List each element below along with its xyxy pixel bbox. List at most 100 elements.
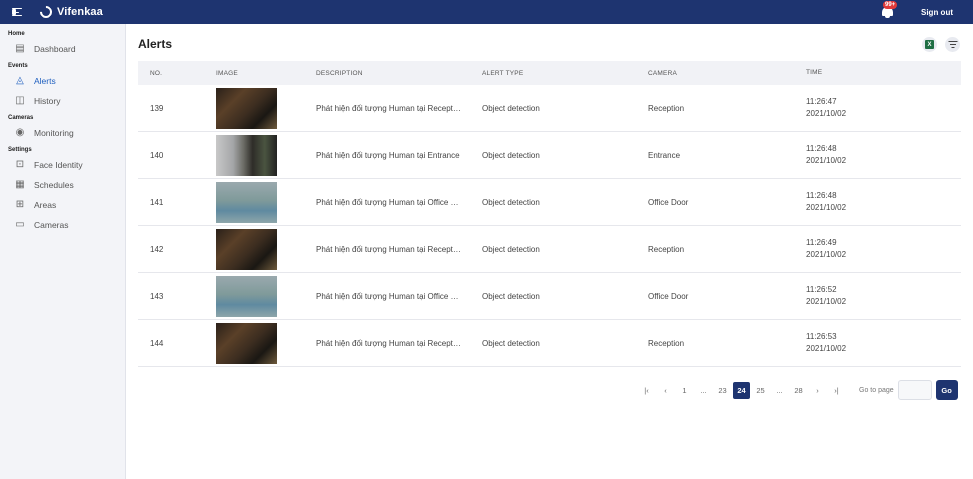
bell-icon: ◬ (16, 75, 24, 86)
alert-thumbnail[interactable] (216, 134, 277, 176)
excel-icon: X (925, 40, 934, 49)
sidebar-item-label: Monitoring (34, 128, 74, 138)
dashboard-icon: ▤ (15, 43, 25, 54)
sidebar-item-label: Face Identity (34, 160, 83, 170)
cell-description: Phát hiện đối tượng Human tại Office Doo… (316, 197, 462, 207)
sidebar-item-face-identity[interactable]: ⊡ Face Identity (0, 155, 125, 175)
cell-description: Phát hiện đối tượng Human tại Reception (316, 103, 462, 113)
sidebar-item-label: Cameras (34, 220, 69, 230)
column-header-description[interactable]: DESCRIPTION (304, 70, 470, 77)
alert-thumbnail[interactable] (216, 275, 277, 317)
main-content: Alerts X NO. IMAGE DESCRIPTION ALERT TYP… (126, 24, 973, 479)
cell-camera: Reception (648, 244, 685, 254)
cell-description: Phát hiện đối tượng Human tại Reception (316, 244, 462, 254)
sidebar-item-alerts[interactable]: ◬ Alerts (0, 71, 125, 91)
column-header-camera[interactable]: CAMERA (636, 70, 794, 77)
cell-camera: Reception (648, 103, 685, 113)
sidebar-section-home: Home (8, 31, 25, 37)
last-page-icon[interactable]: ›| (828, 382, 845, 399)
table-row[interactable]: 139 Phát hiện đối tượng Human tại Recept… (138, 85, 961, 132)
pagination: |‹ ‹ 1 ... 23 24 25 ... 28 › ›| Go to pa… (638, 380, 958, 400)
alert-thumbnail[interactable] (216, 228, 277, 270)
prev-page-icon[interactable]: ‹ (657, 382, 674, 399)
cell-camera: Office Door (648, 291, 689, 301)
notification-bell-icon[interactable]: 99+ (881, 1, 898, 19)
cell-date: 2021/10/02 (806, 156, 847, 165)
top-bar: Vifenkaa 99+ Sign out (0, 0, 973, 24)
cell-date: 2021/10/02 (806, 344, 847, 353)
cell-no: 141 (150, 197, 164, 207)
page-button[interactable]: 1 (676, 382, 693, 399)
sidebar-item-label: Alerts (34, 76, 56, 86)
alert-thumbnail[interactable] (216, 87, 277, 129)
menu-toggle-icon[interactable] (12, 7, 26, 17)
sidebar-item-monitoring[interactable]: ◉ Monitoring (0, 123, 125, 143)
sidebar-item-areas[interactable]: ⊞ Areas (0, 195, 125, 215)
cell-time: 11:26:48 (806, 144, 837, 153)
cell-description: Phát hiện đối tượng Human tại Entrance (316, 150, 460, 160)
sidebar-item-label: Areas (34, 200, 57, 210)
table-row[interactable]: 143 Phát hiện đối tượng Human tại Office… (138, 273, 961, 320)
page-button[interactable]: 23 (714, 382, 731, 399)
cell-no: 144 (150, 338, 164, 348)
area-icon: ⊞ (15, 199, 25, 210)
logo-icon (37, 3, 55, 21)
cell-description: Phát hiện đối tượng Human tại Office Doo… (316, 291, 462, 301)
sidebar-item-history[interactable]: ◫ History (0, 91, 125, 111)
sidebar-item-dashboard[interactable]: ▤ Dashboard (0, 39, 125, 59)
broadcast-icon: ◉ (15, 127, 25, 138)
cell-alert-type: Object detection (482, 197, 540, 207)
cell-alert-type: Object detection (482, 150, 540, 160)
notification-badge: 99+ (883, 1, 898, 9)
cell-alert-type: Object detection (482, 103, 540, 113)
cell-date: 2021/10/02 (806, 250, 847, 259)
calendar-icon: ▦ (15, 179, 25, 190)
page-button[interactable]: 25 (752, 382, 769, 399)
cell-time: 11:26:52 (806, 285, 837, 294)
cell-date: 2021/10/02 (806, 297, 847, 306)
cell-no: 142 (150, 244, 164, 254)
cell-date: 2021/10/02 (806, 203, 847, 212)
cell-alert-type: Object detection (482, 291, 540, 301)
export-excel-button[interactable]: X (922, 37, 937, 52)
table-row[interactable]: 141 Phát hiện đối tượng Human tại Office… (138, 179, 961, 226)
page-button[interactable]: 28 (790, 382, 807, 399)
filter-icon (948, 41, 957, 49)
filter-button[interactable] (945, 37, 960, 52)
page-ellipsis: ... (776, 385, 783, 395)
cell-time: 11:26:48 (806, 191, 837, 200)
table-row[interactable]: 140 Phát hiện đối tượng Human tại Entran… (138, 132, 961, 179)
video-camera-icon: ▭ (15, 219, 25, 230)
table-row[interactable]: 142 Phát hiện đối tượng Human tại Recept… (138, 226, 961, 273)
cell-no: 143 (150, 291, 164, 301)
column-header-alert-type[interactable]: ALERT TYPE (470, 70, 636, 77)
alerts-table: NO. IMAGE DESCRIPTION ALERT TYPE CAMERA … (138, 61, 961, 367)
column-header-image[interactable]: IMAGE (204, 70, 304, 77)
current-page-button[interactable]: 24 (733, 381, 750, 399)
sidebar-item-cameras[interactable]: ▭ Cameras (0, 215, 125, 235)
sidebar-item-label: Schedules (34, 180, 74, 190)
column-header-no[interactable]: NO. (138, 70, 204, 77)
table-header: NO. IMAGE DESCRIPTION ALERT TYPE CAMERA … (138, 61, 961, 85)
sidebar-section-settings: Settings (8, 147, 32, 153)
sign-out-button[interactable]: Sign out (921, 8, 953, 17)
sidebar-item-label: Dashboard (34, 44, 76, 54)
go-to-page-input[interactable] (897, 380, 932, 400)
sidebar-item-schedules[interactable]: ▦ Schedules (0, 175, 125, 195)
table-row[interactable]: 144 Phát hiện đối tượng Human tại Recept… (138, 320, 961, 367)
first-page-icon[interactable]: |‹ (638, 382, 655, 399)
cell-camera: Entrance (648, 150, 681, 160)
cell-no: 139 (150, 103, 164, 113)
app-logo[interactable]: Vifenkaa (37, 3, 103, 21)
face-scan-icon: ⊡ (15, 159, 25, 170)
alert-thumbnail[interactable] (216, 181, 277, 223)
app-name: Vifenkaa (57, 6, 103, 18)
next-page-icon[interactable]: › (809, 382, 826, 399)
cell-camera: Reception (648, 338, 685, 348)
page-title: Alerts (138, 37, 173, 51)
alert-thumbnail[interactable] (216, 322, 277, 364)
cell-alert-type: Object detection (482, 338, 540, 348)
go-button[interactable]: Go (935, 380, 958, 400)
column-header-time[interactable]: TIME (794, 67, 961, 79)
sidebar-item-label: History (34, 96, 61, 106)
